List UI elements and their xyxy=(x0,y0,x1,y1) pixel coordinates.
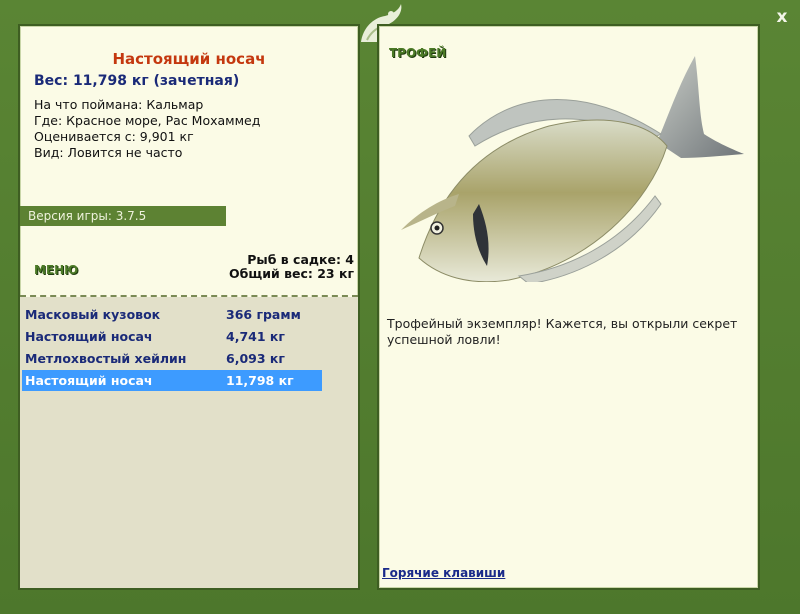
place-label: Где: xyxy=(34,113,63,128)
unicornfish-image xyxy=(401,56,744,282)
trophy-panel: ТРОФЕЙ Трофейный экземпляр! Кажется, вы … xyxy=(377,24,760,590)
catch-name: Масковый кузовок xyxy=(25,307,161,322)
trophy-message: Трофейный экземпляр! Кажется, вы открыли… xyxy=(387,316,738,347)
catch-list-item[interactable]: Масковый кузовок 366 грамм xyxy=(22,304,322,325)
hotkeys-link[interactable]: Горячие клавиши xyxy=(382,566,505,580)
catch-list-item[interactable]: Настоящий носач 4,741 кг xyxy=(22,326,322,347)
rated-value: 9,901 кг xyxy=(139,129,194,144)
bait-line: На что поймана: Кальмар xyxy=(34,97,203,112)
bait-label: На что поймана: xyxy=(34,97,143,112)
keepnet-stats: Рыб в садке: 4 Общий вес: 23 кг xyxy=(229,253,354,281)
fish-info-panel: Настоящий носач Вес: 11,798 кг (зачетная… xyxy=(18,24,360,590)
catch-weight: 6,093 кг xyxy=(226,351,285,366)
rated-label: Оценивается с: xyxy=(34,129,136,144)
catch-name: Настоящий носач xyxy=(25,373,153,388)
catch-weight: 366 грамм xyxy=(226,307,301,322)
kind-line: Вид: Ловится не часто xyxy=(34,145,182,160)
catch-name: Настоящий носач xyxy=(25,329,153,344)
fish-title: Настоящий носач xyxy=(112,50,266,68)
kind-value: Ловится не часто xyxy=(67,145,183,160)
game-version-bar: Версия игры: 3.7.5 xyxy=(20,206,226,226)
catch-weight: 11,798 кг xyxy=(226,373,294,388)
place-value: Красное море, Рас Мохаммед xyxy=(66,113,261,128)
rated-line: Оценивается с: 9,901 кг xyxy=(34,129,194,144)
catch-list: Масковый кузовок 366 грамм Настоящий нос… xyxy=(20,297,358,588)
catch-list-item[interactable]: Метлохвостый хейлин 6,093 кг xyxy=(22,348,322,369)
bait-value: Кальмар xyxy=(146,97,204,112)
menu-button[interactable]: МЕНЮ xyxy=(34,263,78,277)
close-button[interactable]: x xyxy=(770,6,794,28)
keepnet-total-weight: Общий вес: 23 кг xyxy=(229,266,354,281)
catch-list-item-selected[interactable]: Настоящий носач 11,798 кг xyxy=(22,370,322,391)
keepnet-count: Рыб в садке: 4 xyxy=(247,252,354,267)
fish-weight: Вес: 11,798 кг (зачетная) xyxy=(34,73,240,89)
kind-label: Вид: xyxy=(34,145,64,160)
catch-weight: 4,741 кг xyxy=(226,329,285,344)
place-line: Где: Красное море, Рас Мохаммед xyxy=(34,113,260,128)
catch-name: Метлохвостый хейлин xyxy=(25,351,187,366)
